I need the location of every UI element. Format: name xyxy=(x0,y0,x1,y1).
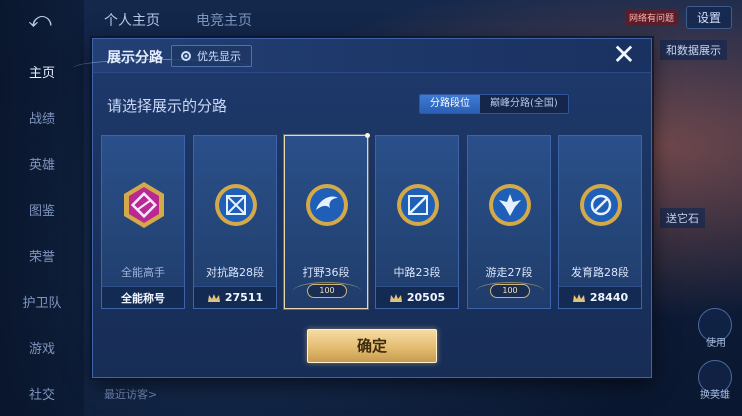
nav-item-game[interactable]: 游戏 xyxy=(0,338,84,357)
lane-mode-toggle: 分路段位 巅峰分路(全国) xyxy=(419,94,569,114)
mid-lane-emblem-icon xyxy=(397,184,439,226)
display-lane-modal: 展示分路 优先显示 ✕ 请选择展示的分路 分路段位 巅峰分路(全国) 全能高手 … xyxy=(73,38,652,378)
modal-header: 展示分路 优先显示 ✕ xyxy=(73,39,651,73)
clash-lane-emblem-icon xyxy=(215,184,257,226)
back-button[interactable]: ⤺ xyxy=(20,10,60,32)
card-label: 全能高手 xyxy=(121,266,165,279)
network-badge: 网络有问题 xyxy=(624,9,678,26)
crown-icon xyxy=(572,293,585,302)
nav-item-honor[interactable]: 荣誉 xyxy=(0,246,84,265)
confirm-button[interactable]: 确定 xyxy=(307,329,437,363)
roam-emblem-icon xyxy=(489,184,531,226)
gear-icon xyxy=(181,51,191,61)
lane-card-roam[interactable]: 游走27段 100 xyxy=(467,135,551,309)
recent-visitors-link[interactable]: 最近访客> xyxy=(104,386,157,402)
data-display-link[interactable]: 和数据展示 xyxy=(660,40,727,60)
star-badge: 100 xyxy=(307,284,347,298)
star-badge: 100 xyxy=(490,284,530,298)
farm-lane-emblem-icon xyxy=(580,184,622,226)
card-label: 中路23段 xyxy=(393,266,441,279)
card-foot-text: 全能称号 xyxy=(121,291,165,305)
all-round-emblem-icon xyxy=(124,182,164,228)
lane-prompt: 请选择展示的分路 xyxy=(107,97,228,115)
nav-item-heroes[interactable]: 英雄 xyxy=(0,154,84,173)
lane-card-all-round[interactable]: 全能高手 全能称号 xyxy=(101,135,185,309)
nav-item-codex[interactable]: 图鉴 xyxy=(0,200,84,219)
settings-button[interactable]: 设置 xyxy=(685,6,732,29)
crown-icon xyxy=(207,293,220,302)
nav-item-home[interactable]: 主页 xyxy=(0,62,84,81)
use-label: 使用 xyxy=(706,338,726,349)
lane-card-clash-lane[interactable]: 对抗路28段 27511 xyxy=(193,135,277,309)
nav-item-records[interactable]: 战绩 xyxy=(0,108,84,127)
modal-title: 展示分路 xyxy=(107,50,163,66)
tab-peak-lane-national[interactable]: 巅峰分路(全国) xyxy=(480,95,568,113)
priority-display-label: 优先显示 xyxy=(197,50,241,63)
lane-card-jungle[interactable]: 打野36段 100 xyxy=(284,133,370,309)
close-button[interactable]: ✕ xyxy=(611,41,637,69)
card-foot-text: 27511 xyxy=(224,291,264,304)
card-foot: 全能称号 xyxy=(102,286,184,308)
left-nav: ⤺ 主页 战绩 英雄 图鉴 荣誉 护卫队 游戏 社交 xyxy=(0,0,84,416)
tab-personal[interactable]: 个人主页 xyxy=(104,10,160,30)
card-label: 打野36段 xyxy=(302,266,350,279)
top-tabs: 个人主页 电竞主页 xyxy=(104,10,252,30)
card-foot-text: 20505 xyxy=(406,291,446,304)
card-label: 对抗路28段 xyxy=(206,266,264,279)
card-foot: 27511 xyxy=(194,286,276,308)
card-label: 游走27段 xyxy=(485,266,533,279)
card-foot: 28440 xyxy=(559,286,641,308)
card-foot: 20505 xyxy=(376,286,458,308)
lane-card-mid-lane[interactable]: 中路23段 20505 xyxy=(375,135,459,309)
nav-item-guard-team[interactable]: 护卫队 xyxy=(0,292,84,311)
jungle-emblem-icon xyxy=(306,184,348,226)
tab-lane-rank[interactable]: 分路段位 xyxy=(420,95,480,113)
nav-item-social[interactable]: 社交 xyxy=(0,384,84,403)
switch-hero-label: 换英雄 xyxy=(700,390,730,401)
send-stone-link[interactable]: 送它石 xyxy=(660,208,705,228)
top-right-area: 网络有问题 设置 xyxy=(624,6,732,29)
priority-display-button[interactable]: 优先显示 xyxy=(171,45,252,67)
card-foot-text: 28440 xyxy=(589,291,629,304)
lane-card-farm-lane[interactable]: 发育路28段 28440 xyxy=(558,135,642,309)
selected-dot xyxy=(365,133,370,138)
crown-icon xyxy=(389,293,402,302)
card-label: 发育路28段 xyxy=(571,266,629,279)
tab-esports[interactable]: 电竞主页 xyxy=(196,10,252,30)
